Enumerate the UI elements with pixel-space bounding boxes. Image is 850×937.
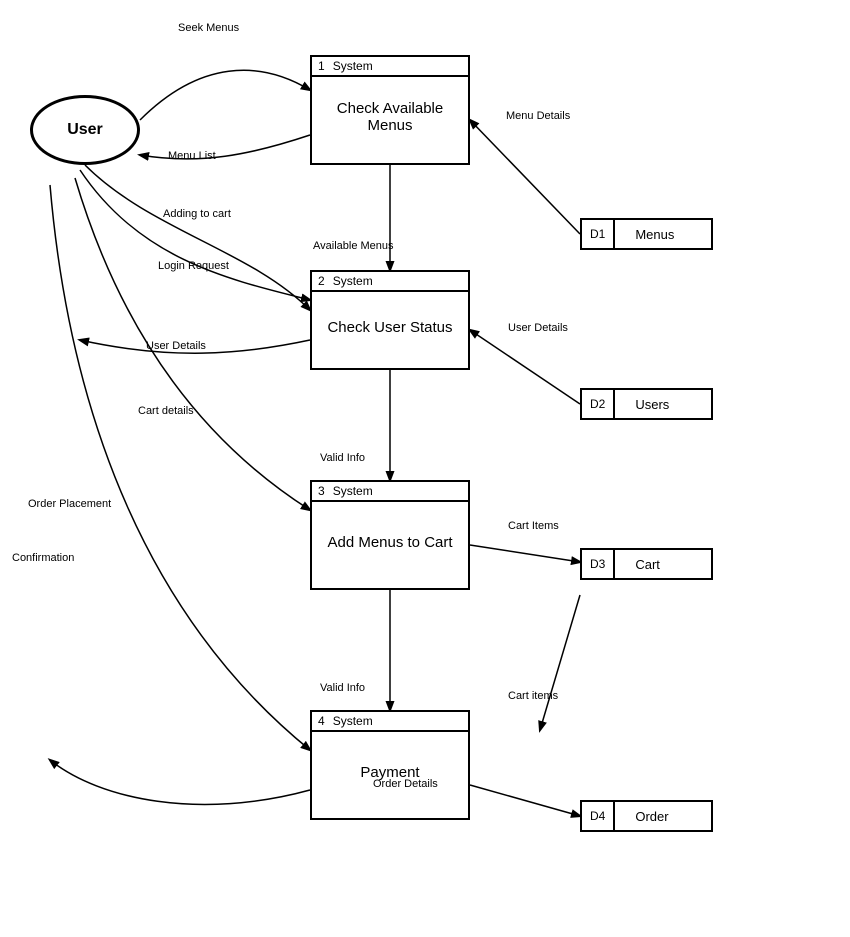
process-1-number: 1: [318, 59, 325, 73]
flow-label-valid-info-2: Valid Info: [320, 682, 365, 694]
flow-label-confirmation: Confirmation: [12, 552, 74, 564]
diagram: User 1 System Check AvailableMenus 2 Sys…: [0, 0, 850, 937]
process-1-name: Check AvailableMenus: [337, 100, 443, 134]
user-label: User: [67, 121, 103, 139]
flow-label-order-placement: Order Placement: [28, 498, 111, 510]
process-3-name: Add Menus to Cart: [327, 534, 452, 551]
datastore-d3-name: Cart: [613, 548, 713, 580]
datastore-d1: D1 Menus: [580, 218, 713, 250]
datastore-d3: D3 Cart: [580, 548, 713, 580]
user-entity: User: [30, 95, 140, 165]
datastore-d3-id: D3: [580, 548, 613, 580]
process-4-body: Payment: [312, 732, 468, 812]
flow-label-cart-details: Cart details: [138, 405, 194, 417]
process-2-header: 2 System: [312, 272, 468, 292]
flow-label-menu-list: Menu List: [168, 150, 216, 162]
process-2-system: System: [333, 274, 373, 288]
process-2: 2 System Check User Status: [310, 270, 470, 370]
process-4: 4 System Payment: [310, 710, 470, 820]
datastore-d2-name: Users: [613, 388, 713, 420]
datastore-d2-id: D2: [580, 388, 613, 420]
process-4-number: 4: [318, 714, 325, 728]
datastore-d1-id: D1: [580, 218, 613, 250]
datastore-d1-name: Menus: [613, 218, 713, 250]
process-1-system: System: [333, 59, 373, 73]
flow-label-available-menus: Available Menus: [313, 240, 394, 252]
process-3-body: Add Menus to Cart: [312, 502, 468, 582]
flow-label-login-request: Login Request: [158, 260, 229, 272]
flow-label-user-details: User Details: [146, 340, 206, 352]
process-4-header: 4 System: [312, 712, 468, 732]
flow-label-seek-menus: Seek Menus: [178, 22, 239, 34]
flow-label-user-details-d2: User Details: [508, 322, 568, 334]
flow-label-cart-items-d4: Cart items: [508, 690, 558, 702]
datastore-d4-name: Order: [613, 800, 713, 832]
flow-label-menu-details: Menu Details: [506, 110, 570, 122]
process-3-header: 3 System: [312, 482, 468, 502]
process-1: 1 System Check AvailableMenus: [310, 55, 470, 165]
flow-label-order-details: Order Details: [373, 778, 438, 790]
process-1-header: 1 System: [312, 57, 468, 77]
flow-label-cart-items: Cart Items: [508, 520, 559, 532]
process-2-name: Check User Status: [327, 319, 452, 336]
process-2-body: Check User Status: [312, 292, 468, 362]
process-1-body: Check AvailableMenus: [312, 77, 468, 157]
process-4-system: System: [333, 714, 373, 728]
process-3-number: 3: [318, 484, 325, 498]
flow-label-adding-to-cart: Adding to cart: [163, 208, 231, 220]
datastore-d4-id: D4: [580, 800, 613, 832]
datastore-d4: D4 Order: [580, 800, 713, 832]
process-3-system: System: [333, 484, 373, 498]
process-2-number: 2: [318, 274, 325, 288]
datastore-d2: D2 Users: [580, 388, 713, 420]
process-3: 3 System Add Menus to Cart: [310, 480, 470, 590]
flow-label-valid-info-1: Valid Info: [320, 452, 365, 464]
